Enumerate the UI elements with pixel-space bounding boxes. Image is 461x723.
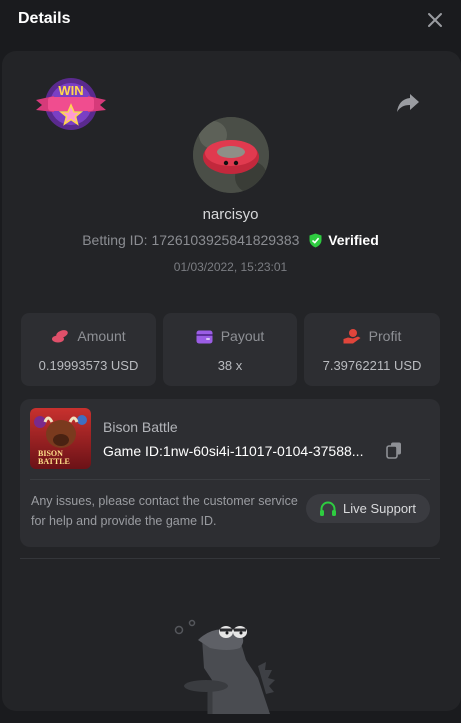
game-thumbnail[interactable]: BISON BATTLE <box>30 408 91 469</box>
betting-id-line: Betting ID: 1726103925841829383 Verified <box>0 232 461 248</box>
stat-amount: Amount 0.19993573 USD <box>21 313 156 386</box>
coins-icon <box>52 330 69 343</box>
profit-hand-icon <box>343 329 361 344</box>
avatar <box>193 117 269 193</box>
game-card: BISON BATTLE Bison Battle Game ID:1nw-60… <box>20 399 440 547</box>
share-icon[interactable] <box>396 92 420 114</box>
stat-amount-value: 0.19993573 USD <box>38 358 139 373</box>
verified-label: Verified <box>328 232 379 248</box>
copy-icon[interactable] <box>385 441 403 459</box>
game-id: Game ID:1nw-60si4i-11017-0104-37588... <box>103 443 363 459</box>
bet-datetime: 01/03/2022, 15:23:01 <box>173 260 288 274</box>
wallet-icon <box>196 330 213 344</box>
betting-id-label: Betting ID: <box>82 232 148 248</box>
support-notice: Any issues, please contact the customer … <box>31 494 298 528</box>
mascot-icon <box>174 619 275 714</box>
betting-id-value: 1726103925841829383 <box>151 232 300 248</box>
stat-amount-label: Amount <box>77 328 126 344</box>
live-support-label: Live Support <box>343 501 416 516</box>
stat-payout-label: Payout <box>220 328 265 344</box>
stat-payout-value: 38 x <box>217 358 243 373</box>
details-modal: Details WIN narcisyo Betting ID: 1726103… <box>0 0 461 723</box>
stat-payout-label-row: Payout <box>163 328 297 344</box>
section-divider <box>20 558 440 559</box>
win-badge-text: WIN <box>58 83 83 98</box>
headset-icon <box>320 501 336 516</box>
stat-amount-label-row: Amount <box>21 328 156 344</box>
modal-title: Details <box>18 10 71 27</box>
stat-profit: Profit 7.39762211 USD <box>304 313 440 386</box>
modal-header: Details <box>0 0 461 44</box>
win-badge-icon: WIN <box>36 78 106 130</box>
verified-shield-icon <box>309 233 322 248</box>
stat-profit-label: Profit <box>368 328 402 344</box>
username: narcisyo <box>202 206 259 223</box>
close-icon[interactable] <box>424 9 446 31</box>
game-card-divider <box>30 479 430 480</box>
live-support-button[interactable]: Live Support <box>306 494 430 523</box>
stat-profit-value: 7.39762211 USD <box>322 358 422 373</box>
stat-profit-label-row: Profit <box>304 328 440 344</box>
stat-payout: Payout 38 x <box>163 313 297 386</box>
game-thumb-title-2: BATTLE <box>38 457 70 466</box>
game-name: Bison Battle <box>103 419 178 435</box>
game-id-label: Game ID: <box>103 443 163 459</box>
game-id-value: 1nw-60si4i-11017-0104-37588... <box>162 443 364 459</box>
